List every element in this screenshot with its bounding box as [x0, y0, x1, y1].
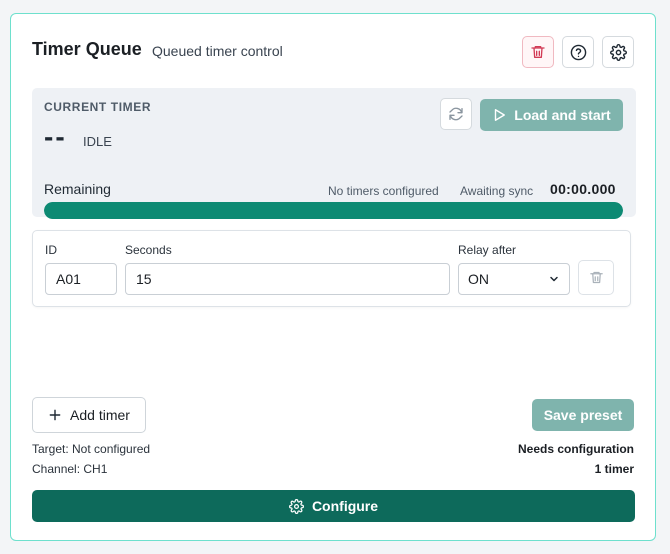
timer-id-input[interactable] — [45, 263, 117, 295]
id-label: ID — [45, 243, 57, 257]
current-timer-panel: CURRENT TIMER -- IDLE Load and start Rem… — [32, 88, 636, 219]
add-timer-label: Add timer — [70, 407, 130, 423]
target-text: Target: Not configured — [32, 442, 151, 456]
refresh-icon — [449, 107, 463, 121]
page-title: Timer Queue — [32, 39, 142, 59]
configuration-status: Needs configuration — [517, 442, 634, 456]
play-icon — [495, 109, 506, 121]
channel-text: Channel: CH1 — [32, 462, 108, 476]
seconds-input[interactable] — [125, 263, 450, 295]
delete-timer-button[interactable] — [578, 260, 614, 295]
current-timer-value: -- — [44, 121, 67, 152]
progress-bar — [44, 202, 623, 219]
configure-label: Configure — [311, 498, 379, 514]
help-circle-icon — [570, 44, 586, 60]
timer-row: ID Seconds Relay after ON — [32, 230, 631, 307]
seconds-label: Seconds — [125, 243, 172, 257]
trash-icon — [531, 46, 545, 58]
relay-after-select[interactable]: ON — [458, 263, 570, 295]
add-timer-button[interactable]: Add timer — [32, 397, 146, 433]
help-button[interactable] — [562, 36, 594, 68]
relay-after-value: ON — [468, 271, 489, 287]
load-and-start-button[interactable]: Load and start — [480, 99, 623, 131]
plus-icon — [49, 409, 61, 421]
delete-queue-button[interactable] — [522, 36, 554, 68]
load-and-start-label: Load and start — [514, 107, 611, 123]
sync-status: Awaiting sync — [460, 184, 534, 198]
time-remaining: 00:00.000 — [550, 181, 616, 197]
refresh-button[interactable] — [440, 98, 472, 130]
queue-status: No timers configured — [328, 184, 439, 198]
remaining-label: Remaining — [44, 181, 111, 197]
current-timer-label: CURRENT TIMER — [44, 100, 152, 114]
timer-count: 1 timer — [594, 462, 634, 476]
timer-queue-card: Timer Queue Queued timer control CURRENT… — [10, 13, 656, 541]
current-timer-state: IDLE — [83, 134, 112, 149]
chevron-down-icon — [550, 276, 558, 282]
progress-fill — [44, 202, 623, 219]
gear-icon — [288, 498, 304, 514]
trash-icon — [589, 271, 603, 284]
page-subtitle: Queued timer control — [152, 43, 283, 59]
gear-icon — [609, 43, 627, 61]
settings-button[interactable] — [602, 36, 634, 68]
configure-button[interactable]: Configure — [32, 490, 635, 522]
relay-after-label: Relay after — [458, 243, 517, 257]
save-preset-button[interactable]: Save preset — [532, 399, 634, 431]
